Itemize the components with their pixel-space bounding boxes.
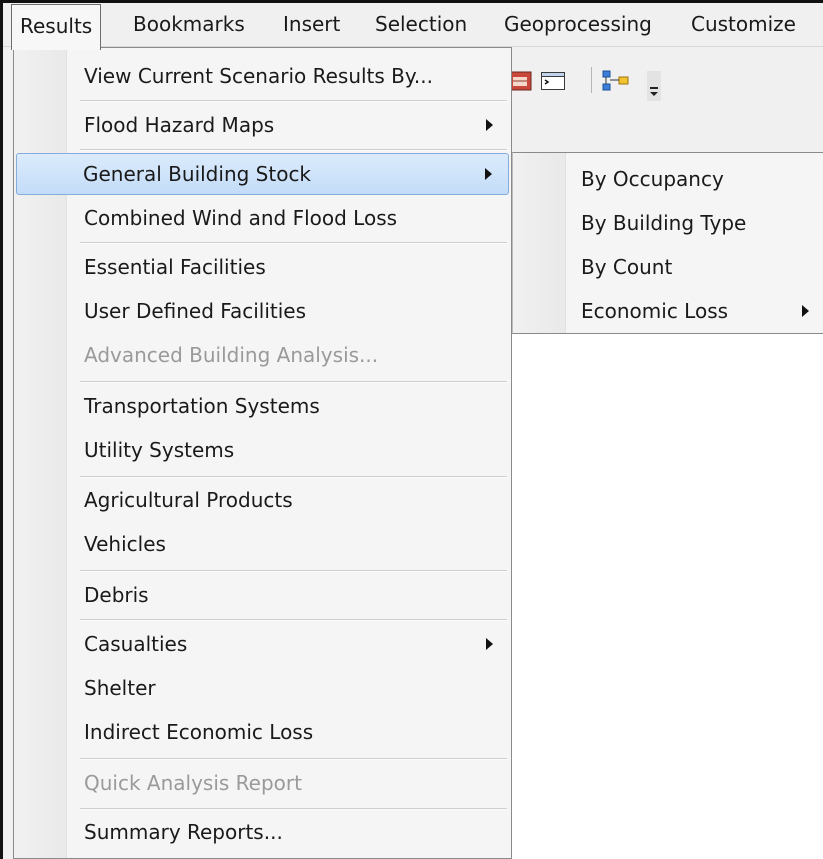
general-building-stock-submenu: By Occupancy By Building Type By Count E… [512,152,823,334]
submenu-arrow-icon [486,119,493,131]
menu-separator [80,100,507,102]
menu-bar: Results Bookmarks Insert Selection Geopr… [3,3,823,50]
submenu-item-by-building-type[interactable]: By Building Type [513,201,823,245]
submenu-item-by-occupancy[interactable]: By Occupancy [513,157,823,201]
menu-item-label: Indirect Economic Loss [84,720,314,744]
menu-item-essential-facilities[interactable]: Essential Facilities [16,247,509,287]
menu-item-label: View Current Scenario Results By... [84,64,433,88]
menu-item-label: Summary Reports... [84,820,283,844]
menu-separator [80,619,507,621]
menu-item-label: General Building Stock [83,162,312,186]
menubar-selection-label: Selection [375,12,468,36]
submenu-item-label: By Occupancy [581,167,724,191]
menu-item-user-defined-facilities[interactable]: User Defined Facilities [16,291,509,331]
menu-item-label: Utility Systems [84,438,235,462]
submenu-item-economic-loss[interactable]: Economic Loss [513,289,823,333]
menu-item-label: Vehicles [84,532,166,556]
menu-item-flood-hazard-maps[interactable]: Flood Hazard Maps [16,105,509,145]
menubar-bookmarks-label: Bookmarks [133,12,245,36]
model-builder-icon[interactable] [601,69,631,93]
menu-item-label: Flood Hazard Maps [84,113,275,137]
menu-item-utility-systems[interactable]: Utility Systems [16,430,509,470]
menu-separator [80,476,507,478]
menu-item-indirect-economic-loss[interactable]: Indirect Economic Loss [16,712,509,752]
menu-item-vehicles[interactable]: Vehicles [16,524,509,564]
menu-item-label: Agricultural Products [84,488,293,512]
submenu-arrow-icon [486,638,493,650]
menu-item-shelter[interactable]: Shelter [16,668,509,708]
menu-item-label: Quick Analysis Report [84,771,302,795]
submenu-item-label: By Building Type [581,211,747,235]
menu-item-debris[interactable]: Debris [16,575,509,615]
menu-item-label: Essential Facilities [84,255,266,279]
menu-item-view-current-scenario-results[interactable]: View Current Scenario Results By... [16,56,509,96]
window-left-edge [3,47,13,859]
menu-separator [80,242,507,244]
menu-item-quick-analysis-report: Quick Analysis Report [16,763,509,803]
menu-separator [80,570,507,572]
submenu-item-label: By Count [581,255,673,279]
menubar-selection[interactable]: Selection [367,3,475,47]
menubar-bookmarks[interactable]: Bookmarks [125,3,253,47]
menu-item-summary-reports[interactable]: Summary Reports... [16,812,509,852]
menu-separator [80,149,507,151]
menu-item-label: Shelter [84,676,156,700]
menu-separator [80,758,507,760]
menubar-insert[interactable]: Insert [275,3,348,47]
menubar-customize[interactable]: Customize [683,3,804,47]
menubar-geoprocessing-label: Geoprocessing [504,12,652,36]
menu-item-general-building-stock[interactable]: General Building Stock [16,153,509,195]
menu-item-combined-wind-flood-loss[interactable]: Combined Wind and Flood Loss [16,198,509,238]
menu-item-label: Casualties [84,632,188,656]
menubar-insert-label: Insert [283,12,341,36]
menu-item-label: Advanced Building Analysis... [84,343,379,367]
menu-item-advanced-building-analysis: Advanced Building Analysis... [16,335,509,375]
menubar-results-label: Results [20,14,93,38]
command-line-icon[interactable] [540,69,566,93]
submenu-arrow-icon [802,305,809,317]
menu-item-agricultural-products[interactable]: Agricultural Products [16,480,509,520]
results-dropdown-menu: View Current Scenario Results By... Floo… [13,47,512,859]
toolbar-overflow-icon[interactable] [647,71,661,101]
menu-separator [80,808,507,810]
submenu-arrow-icon [485,168,492,180]
toolbar-separator [591,67,592,93]
menu-item-label: Transportation Systems [84,394,320,418]
submenu-item-by-count[interactable]: By Count [513,245,823,289]
submenu-item-label: Economic Loss [581,299,729,323]
menubar-geoprocessing[interactable]: Geoprocessing [496,3,660,47]
menubar-customize-label: Customize [691,12,796,36]
menu-separator [80,381,507,383]
menu-item-label: User Defined Facilities [84,299,306,323]
menu-item-casualties[interactable]: Casualties [16,624,509,664]
menu-item-label: Combined Wind and Flood Loss [84,206,398,230]
menu-item-label: Debris [84,583,149,607]
menu-item-transportation-systems[interactable]: Transportation Systems [16,386,509,426]
menubar-results[interactable]: Results [11,4,102,50]
